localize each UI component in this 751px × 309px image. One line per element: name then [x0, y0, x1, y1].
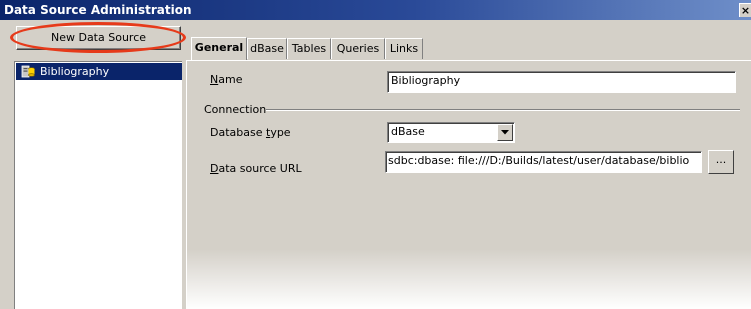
tab-dbase[interactable]: dBase [247, 38, 287, 59]
new-data-source-button[interactable]: New Data Source [16, 26, 181, 50]
tab-label: General [194, 41, 244, 54]
database-icon [21, 65, 35, 78]
database-type-value: dBase [391, 125, 425, 138]
data-source-url-label: Data source URL [210, 162, 302, 175]
list-item-label: Bibliography [40, 65, 110, 78]
connection-heading: Connection [204, 103, 267, 116]
title-bar: Data Source Administration × [0, 0, 751, 20]
close-button[interactable]: × [739, 3, 751, 17]
data-source-admin-window: Data Source Administration × New Data So… [0, 0, 751, 309]
list-item-bibliography[interactable]: Bibliography [16, 63, 182, 80]
window-title: Data Source Administration [4, 3, 192, 17]
url-prefix: sdbc:dbase: [388, 154, 455, 167]
name-input[interactable]: Bibliography [387, 71, 736, 93]
section-divider [266, 109, 740, 111]
tab-label: Links [389, 42, 419, 55]
general-tab-panel [186, 60, 751, 309]
name-label: Name [210, 73, 243, 86]
database-type-label: Database type [210, 126, 291, 139]
panel-fade [187, 249, 751, 309]
tab-queries[interactable]: Queries [331, 38, 385, 59]
tab-links[interactable]: Links [385, 38, 423, 59]
data-source-list[interactable]: Bibliography [14, 61, 182, 309]
database-type-select[interactable]: dBase [387, 122, 515, 143]
data-source-url-input[interactable]: sdbc:dbase: file:///D:/Builds/latest/use… [385, 151, 702, 173]
close-icon: × [740, 4, 751, 17]
tab-label: Queries [336, 42, 380, 55]
chevron-down-icon [501, 130, 509, 135]
tab-label: Tables [291, 42, 327, 55]
tab-tables[interactable]: Tables [287, 38, 331, 59]
tab-general[interactable]: General [191, 37, 247, 60]
browse-button[interactable]: ... [708, 150, 734, 174]
url-value: file:///D:/Builds/latest/user/database/b… [457, 154, 690, 167]
dropdown-button[interactable] [497, 124, 513, 141]
tab-label: dBase [250, 42, 284, 55]
